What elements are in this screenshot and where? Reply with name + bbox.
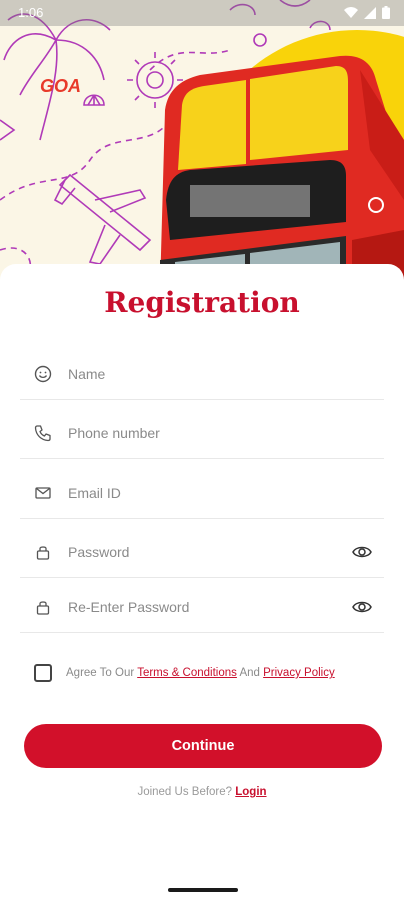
eye-icon[interactable] (352, 545, 372, 559)
login-prompt: Joined Us Before? (137, 786, 236, 798)
reenter-password-field[interactable] (20, 581, 384, 633)
registration-card: Registration Name Phone number Email ID … (0, 264, 404, 900)
bus-illustration (160, 55, 404, 290)
signal-icon (364, 6, 376, 22)
travel-doodles: GOA (0, 0, 404, 290)
lock-icon (34, 598, 52, 616)
phone-field[interactable] (20, 407, 384, 459)
agree-prefix: Agree To Our (66, 667, 138, 679)
login-link[interactable]: Login (235, 786, 266, 798)
agree-row: Agree To Our Terms & Conditions And Priv… (34, 664, 335, 682)
page-title: Registration (104, 286, 300, 319)
brand-logo: GOA (40, 76, 81, 96)
eye-icon[interactable] (352, 600, 372, 614)
login-row: Joined Us Before? Login (0, 786, 404, 798)
privacy-link[interactable]: Privacy Policy (263, 667, 335, 679)
wifi-icon (344, 6, 358, 22)
smile-icon (34, 365, 52, 383)
agree-text: Agree To Our Terms & Conditions And Priv… (66, 667, 335, 679)
hero-banner: GOA 1:06 (0, 0, 404, 290)
name-input[interactable] (68, 365, 384, 382)
email-input[interactable] (68, 484, 384, 501)
agree-middle: And (236, 667, 264, 679)
password-input[interactable] (68, 543, 352, 560)
name-field[interactable] (20, 348, 384, 400)
agree-checkbox[interactable] (34, 664, 52, 682)
reenter-password-input[interactable] (68, 598, 352, 615)
lock-icon (34, 543, 52, 561)
phone-input[interactable] (68, 424, 384, 441)
navigation-bar (0, 884, 404, 900)
battery-icon (382, 6, 390, 22)
email-field[interactable] (20, 467, 384, 519)
status-time: 1:06 (18, 5, 44, 20)
home-gesture-handle[interactable] (168, 888, 238, 892)
continue-button[interactable]: Continue (24, 724, 382, 768)
password-field[interactable] (20, 526, 384, 578)
phone-icon (34, 424, 52, 442)
status-bar: 1:06 (0, 0, 404, 26)
terms-link[interactable]: Terms & Conditions (137, 667, 237, 679)
mail-icon (34, 484, 52, 502)
